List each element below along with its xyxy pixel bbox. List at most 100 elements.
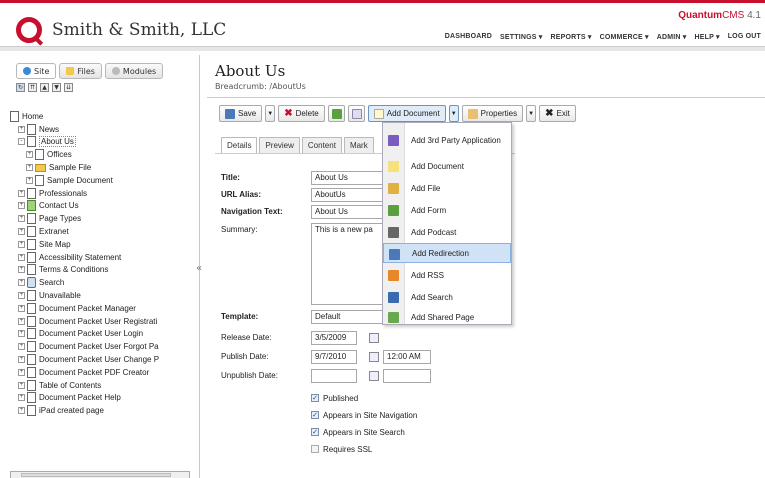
- tree-node[interactable]: Home: [10, 110, 190, 123]
- menu-item[interactable]: Add 3rd Party Application: [383, 126, 511, 155]
- tab-details[interactable]: Details: [221, 137, 258, 153]
- nav-logout[interactable]: LOG OUT: [728, 33, 761, 41]
- properties-button[interactable]: Properties: [461, 105, 524, 122]
- expand-icon[interactable]: +: [18, 292, 25, 300]
- menu-item[interactable]: Add Document: [383, 156, 511, 176]
- unpublish-calendar-icon[interactable]: [369, 371, 379, 381]
- delete-button[interactable]: ✖ Delete: [278, 105, 325, 122]
- expand-icon[interactable]: +: [18, 356, 25, 364]
- tree-node[interactable]: + Document Packet Manager: [10, 302, 190, 315]
- expand-icon[interactable]: +: [18, 330, 25, 338]
- expand-icon[interactable]: +: [18, 189, 25, 197]
- tree-node[interactable]: + Professionals: [10, 187, 190, 200]
- tab-mark[interactable]: Mark: [343, 137, 374, 153]
- tab-content[interactable]: Content: [301, 137, 342, 153]
- tree-node[interactable]: + Terms & Conditions: [10, 264, 190, 277]
- publish-button[interactable]: [327, 105, 345, 122]
- nav-help[interactable]: HELP ▾: [695, 33, 720, 41]
- published-checkbox[interactable]: ✓ Published: [311, 392, 358, 404]
- nav-commerce[interactable]: COMMERCE ▾: [600, 33, 649, 41]
- expand-icon[interactable]: +: [26, 164, 33, 172]
- tree-node[interactable]: + Document Packet User Registrati: [10, 315, 190, 328]
- unpublish-date-field[interactable]: [311, 369, 357, 383]
- collapse-sidebar-icon[interactable]: «: [196, 263, 202, 274]
- expand-icon[interactable]: +: [18, 266, 25, 274]
- collapse-icon[interactable]: -: [18, 138, 25, 146]
- tree-node[interactable]: + Sample File: [10, 161, 190, 174]
- scrollbar-thumb[interactable]: [21, 473, 171, 477]
- url-alias-field[interactable]: AboutUs: [311, 188, 383, 202]
- move-up-icon[interactable]: ▲: [40, 83, 49, 92]
- properties-dropdown[interactable]: ▼: [526, 105, 537, 122]
- tab-site[interactable]: Site: [16, 63, 57, 79]
- tree-node[interactable]: + Contact Us: [10, 200, 190, 213]
- expand-icon[interactable]: +: [26, 176, 33, 184]
- menu-item[interactable]: Add Form: [383, 200, 511, 220]
- menu-item[interactable]: Add Shared Page: [383, 308, 511, 326]
- nav-settings[interactable]: SETTINGS ▾: [500, 33, 542, 41]
- release-date-field[interactable]: 3/5/2009: [311, 331, 357, 345]
- tree-node[interactable]: + Extranet: [10, 225, 190, 238]
- tree-node[interactable]: + Sample Document: [10, 174, 190, 187]
- expand-icon[interactable]: +: [18, 228, 25, 236]
- template-select[interactable]: Default: [311, 310, 383, 324]
- unpublish-time-field[interactable]: [383, 369, 431, 383]
- tree-node[interactable]: + Page Types: [10, 212, 190, 225]
- tree-node[interactable]: + iPad created page: [10, 404, 190, 417]
- tree-node[interactable]: + Table of Contents: [10, 379, 190, 392]
- tree-scrollbar[interactable]: [10, 471, 190, 478]
- expand-icon[interactable]: +: [18, 215, 25, 223]
- tree-node[interactable]: + Search: [10, 276, 190, 289]
- requires-ssl-checkbox[interactable]: Requires SSL: [311, 443, 372, 455]
- expand-icon[interactable]: +: [18, 343, 25, 351]
- expand-icon[interactable]: +: [18, 407, 25, 415]
- site-search-checkbox[interactable]: ✓ Appears in Site Search: [311, 426, 405, 438]
- expand-icon[interactable]: +: [18, 279, 25, 287]
- move-top-icon[interactable]: ⇈: [28, 83, 37, 92]
- summary-textarea[interactable]: This is a new pa: [311, 223, 383, 305]
- save-dropdown[interactable]: ▼: [265, 105, 276, 122]
- expand-icon[interactable]: +: [26, 151, 33, 159]
- add-document-dropdown[interactable]: ▼: [448, 105, 459, 122]
- menu-item[interactable]: Add Redirection: [383, 243, 511, 263]
- nav-reports[interactable]: REPORTS ▾: [551, 33, 592, 41]
- tree-node[interactable]: + Offices: [10, 148, 190, 161]
- tree-node[interactable]: + Document Packet User Forgot Pa: [10, 340, 190, 353]
- nav-dashboard[interactable]: DASHBOARD: [445, 33, 492, 41]
- navigation-text-field[interactable]: About Us: [311, 205, 383, 219]
- nav-admin[interactable]: ADMIN ▾: [657, 33, 687, 41]
- expand-icon[interactable]: +: [18, 317, 25, 325]
- site-navigation-checkbox[interactable]: ✓ Appears in Site Navigation: [311, 409, 417, 421]
- move-down-icon[interactable]: ▼: [52, 83, 61, 92]
- release-calendar-icon[interactable]: [369, 333, 379, 343]
- expand-icon[interactable]: +: [18, 253, 25, 261]
- publish-time-field[interactable]: 12:00 AM: [383, 350, 431, 364]
- publish-date-field[interactable]: 9/7/2010: [311, 350, 357, 364]
- tree-node[interactable]: + Accessibility Statement: [10, 251, 190, 264]
- menu-item[interactable]: Add Podcast: [383, 222, 511, 242]
- tab-preview[interactable]: Preview: [259, 137, 300, 153]
- exit-button[interactable]: ✖ Exit: [539, 105, 576, 122]
- refresh-icon[interactable]: ↻: [16, 83, 25, 92]
- tab-files[interactable]: Files: [59, 63, 102, 79]
- publish-calendar-icon[interactable]: [369, 352, 379, 362]
- expand-icon[interactable]: +: [18, 240, 25, 248]
- tree-node[interactable]: + News: [10, 123, 190, 136]
- expand-icon[interactable]: +: [18, 368, 25, 376]
- add-document-button[interactable]: Add Document: [367, 105, 446, 122]
- tree-node[interactable]: + Site Map: [10, 238, 190, 251]
- expand-icon[interactable]: +: [18, 202, 25, 210]
- expand-icon[interactable]: +: [18, 304, 25, 312]
- move-bottom-icon[interactable]: ⇊: [64, 83, 73, 92]
- expand-icon[interactable]: +: [18, 394, 25, 402]
- menu-item[interactable]: Add File: [383, 178, 511, 198]
- menu-item[interactable]: Add RSS: [383, 265, 511, 285]
- tree-node[interactable]: - About Us: [10, 136, 190, 149]
- search-button[interactable]: [347, 105, 365, 122]
- tree-node[interactable]: + Document Packet User Login: [10, 328, 190, 341]
- tree-node[interactable]: + Document Packet Help: [10, 392, 190, 405]
- tree-node[interactable]: + Unavailable: [10, 289, 190, 302]
- title-field[interactable]: About Us: [311, 171, 383, 185]
- tree-node[interactable]: + Document Packet User Change P: [10, 353, 190, 366]
- tab-modules[interactable]: Modules: [104, 63, 164, 79]
